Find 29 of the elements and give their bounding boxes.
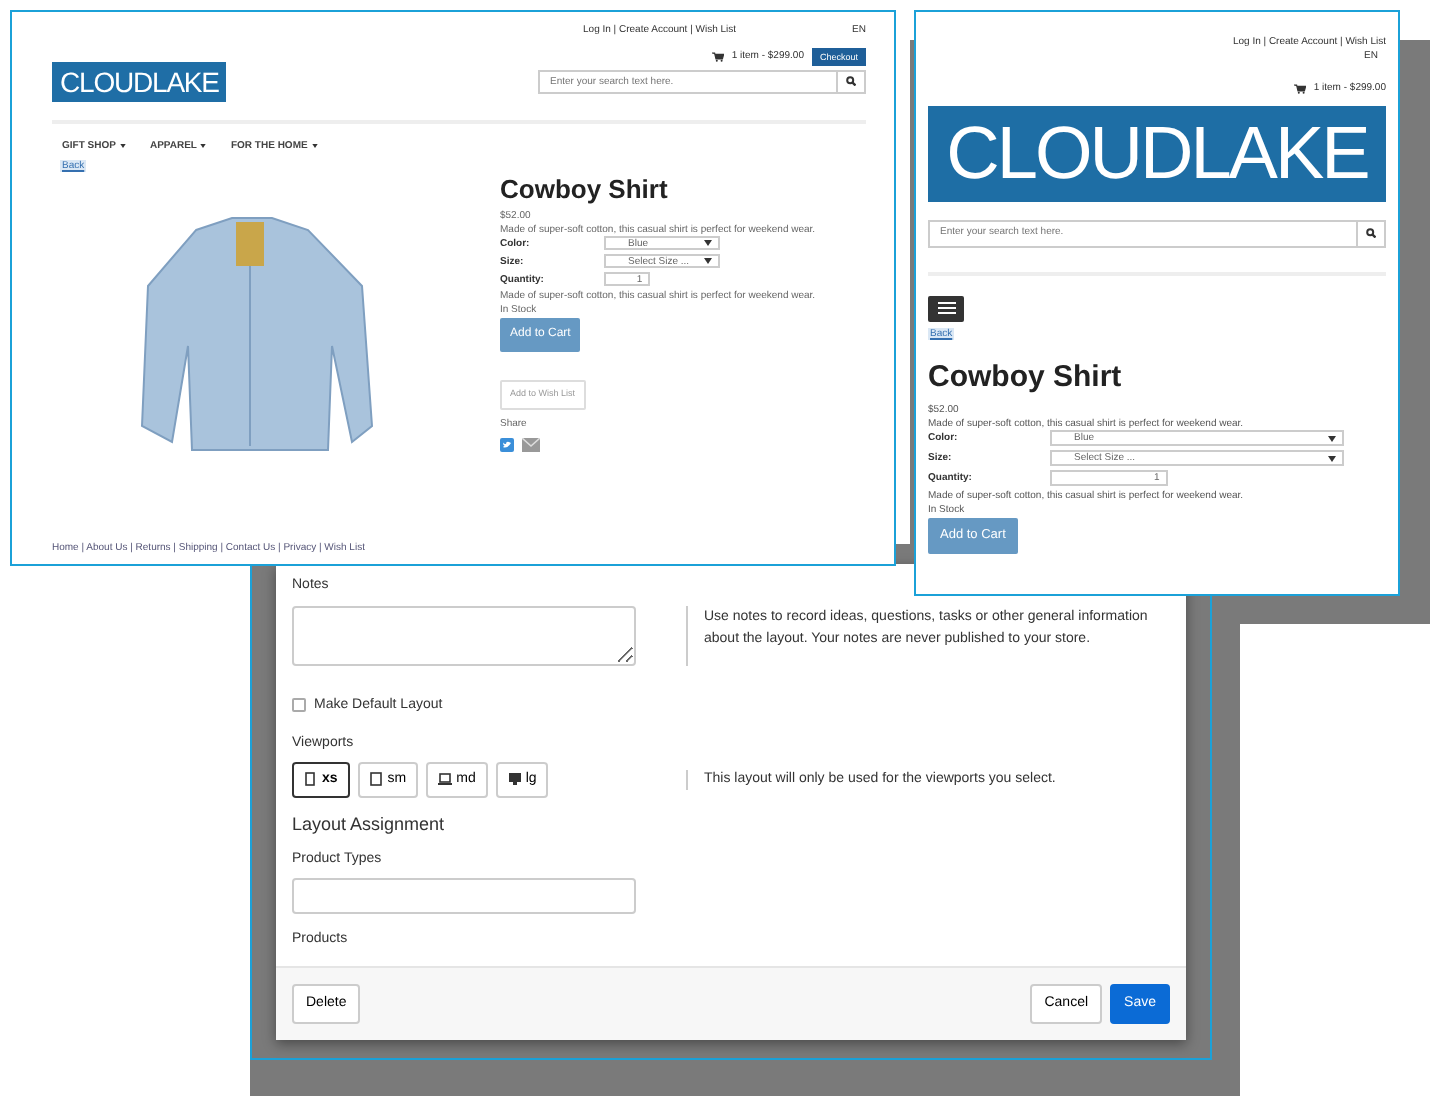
laptop-icon — [438, 772, 453, 787]
caret-icon — [1328, 455, 1336, 461]
caret-icon — [311, 144, 318, 149]
cart-icon — [711, 51, 724, 62]
search-button[interactable] — [1358, 219, 1386, 247]
phone-icon — [304, 772, 318, 787]
monitor-icon — [507, 772, 522, 787]
logo[interactable]: CLOUDLAKE — [52, 61, 227, 102]
search-icon — [846, 76, 856, 87]
logo[interactable]: CLOUDLAKE — [928, 105, 1386, 201]
search-icon — [1366, 228, 1376, 238]
bird-icon — [500, 437, 514, 452]
tablet-icon — [369, 772, 384, 787]
product-types-field[interactable] — [292, 878, 636, 914]
checkbox[interactable] — [292, 698, 306, 713]
cart-icon — [1293, 83, 1306, 94]
caret-icon — [200, 144, 207, 149]
caret-icon — [1328, 435, 1336, 441]
product-title: Cowboy Shirt — [500, 173, 670, 205]
mail-icon — [522, 437, 540, 452]
notes-field[interactable] — [292, 605, 636, 665]
search-button[interactable] — [838, 69, 866, 94]
menu-button[interactable] — [928, 295, 964, 321]
section-title: Layout Assignment — [292, 812, 447, 838]
caret-icon — [704, 240, 712, 247]
menu-icon — [937, 302, 955, 314]
caret-icon — [704, 258, 712, 265]
product-title: Cowboy Shirt — [928, 360, 1124, 396]
caret-icon — [119, 144, 126, 149]
